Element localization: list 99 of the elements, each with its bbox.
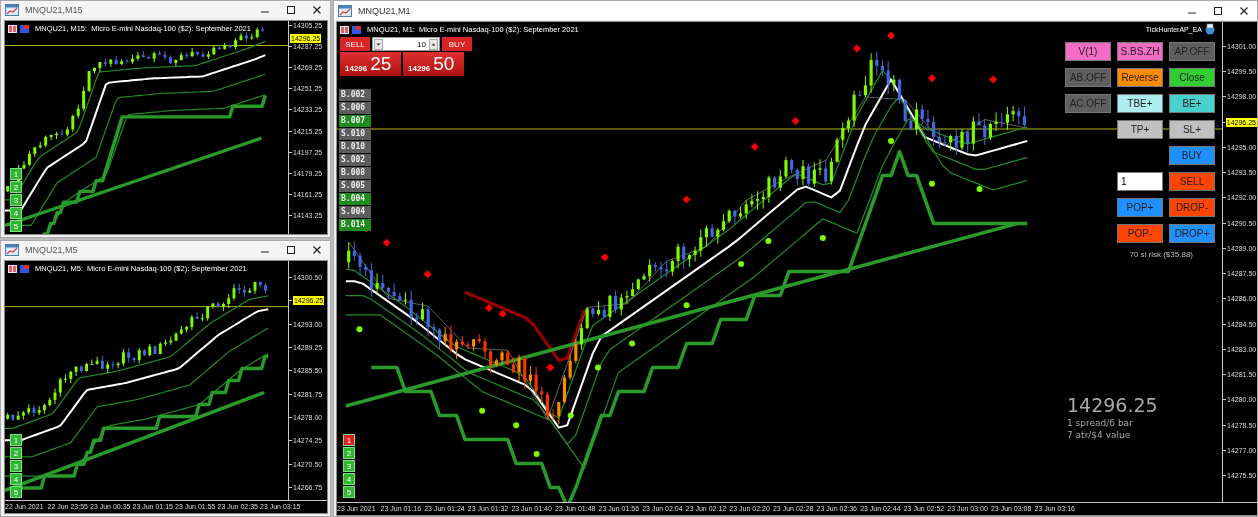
signal-marker	[600, 253, 609, 262]
signal-marker	[989, 75, 998, 84]
panel-button[interactable]: AP.OFF	[1169, 42, 1215, 61]
chart-window-icon	[5, 3, 19, 16]
panel-button[interactable]: TBE+	[1117, 94, 1163, 113]
trade-label: B.014	[339, 219, 371, 231]
trade-label: B.004	[339, 193, 371, 205]
info-text: 7 atr/$4 value	[1067, 430, 1131, 440]
signal-marker	[546, 363, 555, 372]
lot-size-field[interactable]: 10	[372, 37, 440, 51]
candlestick	[234, 37, 237, 50]
candlestick	[264, 283, 267, 294]
flag-icon	[20, 264, 29, 273]
level-button[interactable]: 5	[343, 486, 355, 498]
panel-button[interactable]: S.BS.ZH	[1117, 42, 1163, 61]
signal-marker	[750, 142, 759, 151]
candlestick	[43, 403, 46, 415]
signal-dot	[683, 302, 690, 309]
signal-marker	[682, 195, 691, 204]
signal-marker	[423, 270, 432, 279]
window-title: MNQU21,M1	[358, 5, 411, 16]
chart-window-icon	[338, 4, 352, 17]
signal-dot	[629, 340, 636, 347]
signal-dot	[513, 422, 520, 429]
signal-dot	[595, 364, 601, 371]
panel-button[interactable]: AC.OFF	[1065, 94, 1111, 113]
sell-price-button[interactable]: 14296 25	[340, 52, 401, 76]
signal-dot	[356, 326, 363, 333]
level-button[interactable]: 4	[343, 473, 355, 485]
candlestick	[131, 54, 134, 65]
signal-dot	[738, 260, 745, 267]
grid-icon	[8, 264, 17, 273]
signal-marker	[927, 74, 936, 83]
trade-label: B.002	[339, 89, 371, 101]
candlestick	[261, 26, 265, 33]
signal-dot	[928, 180, 935, 187]
panel-button[interactable]: POP-	[1117, 224, 1163, 243]
signal-dot	[888, 138, 895, 145]
info-text: 1 spread/6 bar	[1067, 418, 1133, 428]
window-title: MNQU21,M15	[25, 4, 83, 15]
level-button[interactable]: 2	[343, 447, 355, 459]
signal-dot	[976, 186, 983, 193]
candlestick	[243, 285, 246, 298]
signal-dot	[765, 237, 772, 244]
maximize-button[interactable]	[1213, 5, 1223, 16]
trade-label: S.006	[339, 102, 371, 114]
chart-window-icon	[5, 243, 19, 256]
buy-price-button[interactable]: 14296 50	[403, 52, 464, 76]
signal-marker	[887, 31, 896, 40]
trade-label: S.002	[339, 154, 371, 166]
trade-label: B.007	[339, 115, 371, 127]
grid-icon	[340, 25, 349, 34]
panel-button[interactable]: SELL	[1169, 172, 1215, 191]
signal-dot	[567, 412, 574, 419]
window-title: MNQU21,M5	[25, 244, 78, 255]
panel-button[interactable]: DROP-	[1169, 198, 1215, 217]
trade-label: B.010	[339, 141, 371, 153]
candlestick	[93, 67, 96, 74]
panel-button[interactable]: SL+	[1169, 120, 1215, 139]
panel-button[interactable]: BUY	[1169, 146, 1215, 165]
level-button[interactable]: 3	[343, 460, 355, 472]
risk-text: 70 sl risk ($35.88)	[1129, 250, 1193, 259]
signal-marker	[498, 309, 507, 318]
panel-button[interactable]: POP+	[1117, 198, 1163, 217]
candlestick	[222, 301, 225, 312]
candlestick	[6, 185, 10, 193]
signal-dot	[819, 235, 826, 241]
price-readout: 14296.25	[1067, 394, 1158, 416]
candlestick	[22, 410, 25, 421]
panel-button[interactable]: DROP+	[1169, 224, 1215, 243]
signal-marker	[852, 44, 861, 53]
signal-marker	[791, 116, 800, 125]
panel-button[interactable]: AB.OFF	[1065, 68, 1111, 87]
candlestick	[55, 131, 58, 140]
flag-icon	[20, 24, 29, 33]
signal-marker	[382, 238, 391, 247]
trade-label: S.004	[339, 206, 371, 218]
signal-marker	[484, 304, 493, 313]
level-button[interactable]: 1	[343, 434, 355, 446]
buy-button[interactable]: BUY	[442, 37, 472, 51]
candlestick	[64, 374, 67, 384]
candlestick	[143, 348, 146, 357]
trade-label: S.005	[339, 180, 371, 192]
trade-label: B.008	[339, 167, 371, 179]
input-field[interactable]: 1	[1117, 172, 1163, 191]
panel-button[interactable]: V(1)	[1065, 42, 1111, 61]
panel-button[interactable]: BE+	[1169, 94, 1215, 113]
panel-button[interactable]: TP+	[1117, 120, 1163, 139]
close-button[interactable]	[1239, 5, 1249, 16]
signal-dot	[479, 407, 486, 414]
candlestick	[164, 339, 167, 347]
panel-button[interactable]: Reverse	[1117, 68, 1163, 87]
sell-button[interactable]: SELL	[340, 37, 370, 51]
signal-dot	[533, 451, 540, 457]
trade-label: S.010	[339, 128, 371, 140]
candlestick	[122, 348, 125, 367]
panel-button[interactable]: Close	[1169, 68, 1215, 87]
flag-icon	[352, 25, 361, 34]
grid-icon	[8, 24, 17, 33]
